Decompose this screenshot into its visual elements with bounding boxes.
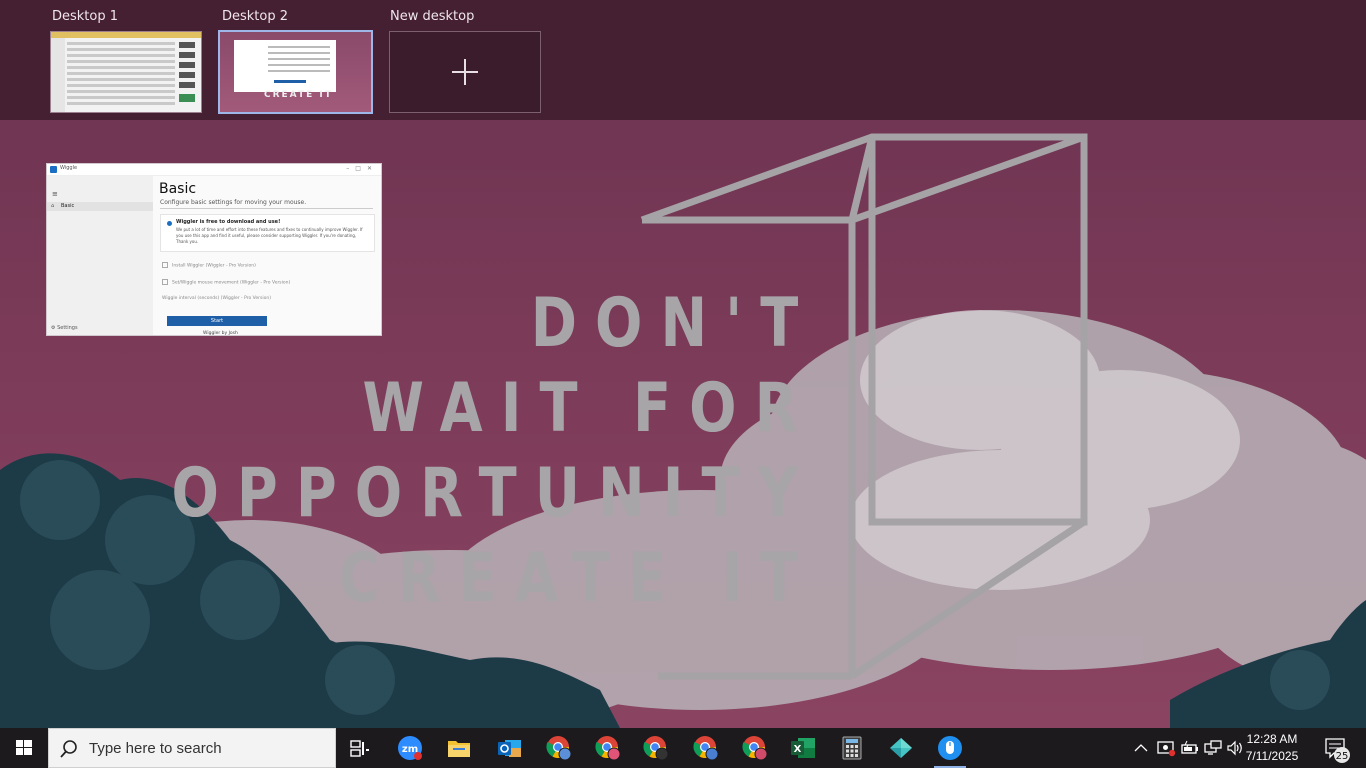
chrome-profile-5-button[interactable] [731, 728, 779, 768]
taskbar: Type here to search zm X 12:28 AM 7/11/2… [0, 728, 1366, 768]
option-1: Install Wiggler (Wiggler - Pro Version) [162, 262, 256, 269]
zoom-taskbar-button[interactable]: zm [386, 728, 434, 768]
info-card-title: Wiggler is free to download and use! [176, 219, 281, 225]
nav-item-basic-label: Basic [61, 203, 75, 209]
clock-time: 12:28 AM [1246, 732, 1298, 746]
window-controls-icon: –□✕ [346, 165, 378, 172]
settings-nav-item: ⚙ Settings [51, 325, 78, 331]
footer-text: Wiggler by Josh [203, 331, 238, 336]
plus-icon [452, 59, 478, 85]
page-subtitle: Configure basic settings for moving your… [160, 199, 307, 206]
outlook-button[interactable] [486, 728, 534, 768]
notification-count: 25 [1336, 751, 1349, 762]
excel-button[interactable]: X [779, 728, 827, 768]
chrome-profile-3-button[interactable] [632, 728, 680, 768]
window-main-content: Basic Configure basic settings for movin… [153, 176, 381, 335]
nav-item-basic: ⌂ Basic [47, 202, 153, 211]
screen-record-icon [1157, 741, 1176, 757]
speaker-icon [1227, 740, 1242, 756]
zoom-icon: zm [398, 736, 422, 760]
settings-label: Settings [57, 325, 78, 331]
quote-line-1: DON'T [530, 284, 816, 363]
task-view-desktops-bar [0, 0, 1366, 120]
gear-icon: ⚙ [51, 325, 56, 331]
chrome-profile-2-button[interactable] [584, 728, 632, 768]
battery-icon [1181, 740, 1198, 754]
start-button-windows[interactable] [0, 728, 48, 768]
chrome-profile-4-button[interactable] [682, 728, 730, 768]
desktop-2-label: Desktop 2 [222, 9, 289, 24]
wiggle-window-thumbnail[interactable]: Wiggle –□✕ ≡ ⌂ Basic ⚙ Settings Basic Co… [46, 163, 382, 336]
windows-logo-icon [16, 740, 32, 755]
calculator-icon [842, 736, 862, 760]
desktop-2-thumbnail[interactable]: CREATE IT [218, 30, 373, 114]
diamond-app-button[interactable] [877, 728, 925, 768]
clock-date: 7/11/2025 [1245, 749, 1299, 763]
search-icon [60, 740, 77, 758]
chevron-up-icon [1134, 744, 1148, 752]
calculator-button[interactable] [828, 728, 876, 768]
chrome-icon [643, 736, 669, 761]
quote-line-4: CREATE IT [338, 539, 816, 618]
chrome-profile-1-button[interactable] [535, 728, 583, 768]
tray-app-icon-1[interactable] [1154, 728, 1178, 768]
checkbox-icon [162, 279, 168, 285]
new-desktop-button[interactable] [389, 31, 541, 113]
action-center-button[interactable]: 25 [1316, 728, 1360, 768]
hamburger-menu-icon: ≡ [52, 190, 58, 198]
page-title: Basic [159, 181, 197, 197]
task-view-icon [350, 740, 369, 757]
new-desktop-label: New desktop [390, 9, 475, 24]
nav-item-basic-icon: ⌂ [51, 203, 55, 209]
file-explorer-button[interactable] [435, 728, 483, 768]
info-card-text: We put a lot of time and effort into the… [176, 227, 363, 244]
window-sidebar: ≡ ⌂ Basic ⚙ Settings [47, 176, 153, 335]
chrome-icon [693, 736, 719, 761]
diamond-app-icon [890, 738, 912, 758]
chrome-icon [595, 736, 621, 761]
taskbar-search-box[interactable]: Type here to search [48, 728, 336, 768]
folder-icon [448, 741, 470, 757]
desktop-1-thumbnail[interactable] [50, 31, 202, 113]
chrome-icon [742, 736, 768, 761]
outlook-icon [498, 740, 521, 757]
battery-button[interactable] [1178, 728, 1202, 768]
mouse-icon [938, 736, 962, 760]
window-app-name: Wiggle [60, 165, 78, 171]
network-button[interactable] [1202, 728, 1224, 768]
task-view-button[interactable] [336, 728, 384, 768]
option-2: Set/Wiggle mouse movement (Wiggler - Pro… [162, 279, 290, 286]
chrome-icon [546, 736, 572, 761]
network-icon [1204, 740, 1222, 755]
search-placeholder: Type here to search [89, 740, 222, 757]
divider [160, 208, 373, 209]
show-hidden-icons-button[interactable] [1130, 728, 1152, 768]
app-icon [50, 166, 57, 173]
info-card: Wiggler is free to download and use! We … [160, 214, 375, 252]
taskbar-clock[interactable]: 12:28 AM 7/11/2025 [1244, 731, 1300, 765]
info-icon [167, 221, 172, 226]
notification-icon: 25 [1325, 738, 1350, 763]
wiggle-mouse-button[interactable] [926, 728, 974, 768]
checkbox-icon [162, 262, 168, 268]
quote-line-2: WAIT FOR [362, 369, 816, 448]
svg-text:X: X [794, 744, 802, 755]
start-button: Start [167, 316, 267, 326]
window-titlebar: Wiggle –□✕ [47, 164, 381, 176]
option-3: Wiggle interval (seconds) (Wiggler - Pro… [162, 296, 271, 301]
quote-line-3: OPPORTUNITY [171, 454, 816, 533]
excel-icon: X [791, 738, 815, 758]
desktop-1-label: Desktop 1 [52, 9, 119, 24]
